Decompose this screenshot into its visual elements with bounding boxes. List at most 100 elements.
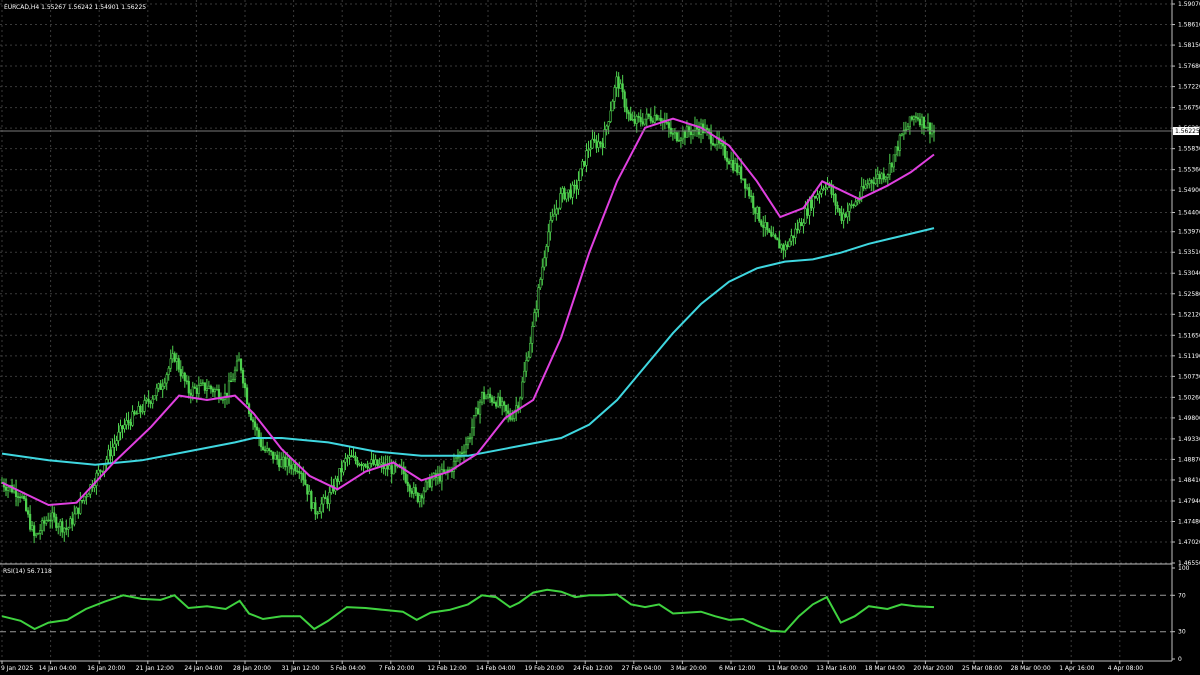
candle-body — [292, 463, 295, 470]
candle-body — [892, 154, 895, 168]
current-price-label: 1.56225 — [1175, 128, 1200, 135]
candle-body — [370, 459, 373, 464]
time-tick-label: 4 Apr 08:00 — [1108, 665, 1143, 672]
candle-body — [472, 415, 476, 429]
candle-body — [824, 187, 827, 190]
candle-body — [587, 149, 590, 151]
candle-body — [117, 431, 120, 441]
candle-body — [73, 513, 76, 525]
candle-body — [195, 387, 198, 394]
candle-body — [157, 383, 160, 389]
time-tick-label: 28 Jan 20:00 — [233, 665, 271, 672]
candle-body — [866, 183, 869, 186]
time-tick-label: 21 Jan 12:00 — [136, 665, 174, 672]
candle-body — [711, 143, 715, 146]
candle-body — [782, 244, 785, 251]
candle-body — [621, 83, 624, 93]
chart-canvas: 1.59070 1.58610 1.58150 1.57680 1.57220 1.567… — [0, 0, 1200, 675]
candle-body — [623, 91, 626, 108]
candle-body — [388, 465, 391, 470]
candle-body — [6, 487, 10, 491]
candle-body — [245, 387, 249, 405]
candle-body — [304, 479, 307, 485]
candle-body — [511, 418, 514, 420]
candle-body — [651, 120, 654, 123]
candle-body — [81, 499, 84, 502]
candle-body — [374, 459, 377, 465]
time-tick-label: 11 Mar 00:00 — [768, 665, 808, 672]
candle-body — [189, 392, 192, 396]
candle-body — [796, 228, 799, 231]
candle-body — [503, 401, 506, 406]
candle-body — [740, 166, 743, 180]
price-tick-label: 1.49330 — [1178, 436, 1200, 443]
candle-body — [647, 113, 650, 117]
candle-body — [324, 496, 327, 500]
candle-body — [519, 397, 522, 409]
candle-body — [428, 477, 431, 488]
candle-body — [924, 127, 928, 129]
candle-body — [497, 396, 500, 407]
candle-body — [617, 76, 620, 89]
candle-body — [193, 386, 196, 389]
candle-body — [627, 111, 630, 115]
candle-body — [862, 186, 865, 189]
candle-body — [227, 380, 231, 397]
candle-body — [18, 496, 22, 499]
time-tick-label: 14 Jan 04:00 — [39, 665, 77, 672]
candle-body — [529, 342, 532, 358]
candle-body — [69, 518, 72, 529]
candle-body — [197, 385, 200, 394]
candle-body — [20, 495, 24, 498]
candle-body — [850, 204, 853, 206]
candle-body — [161, 385, 164, 390]
candle-body — [748, 187, 751, 197]
candle-body — [629, 113, 632, 121]
candle-body — [464, 444, 468, 453]
candle-body — [697, 128, 701, 135]
candle-body — [609, 110, 612, 122]
price-tick-label: 1.57680 — [1178, 63, 1200, 70]
candle-body — [322, 496, 325, 505]
candle-body — [25, 498, 28, 511]
candle-body — [416, 492, 419, 502]
candle-body — [478, 401, 482, 415]
candle-body — [601, 143, 604, 148]
candle-body — [750, 195, 753, 198]
candle-body — [253, 421, 257, 428]
price-tick-label: 1.50260 — [1178, 394, 1200, 401]
candle-body — [657, 117, 660, 121]
candle-body — [274, 454, 277, 460]
candle-body — [603, 129, 606, 148]
candle-body — [641, 121, 644, 125]
price-tick-label: 1.53510 — [1178, 249, 1200, 256]
time-tick-label: 13 Mar 16:00 — [816, 665, 856, 672]
candle-body — [928, 122, 932, 135]
candle-body — [229, 380, 233, 383]
candle-body — [235, 360, 239, 371]
candle-body — [561, 188, 564, 194]
candle-body — [282, 456, 285, 461]
candle-body — [567, 189, 570, 194]
candle-body — [312, 502, 315, 509]
candle-body — [675, 132, 678, 141]
candle-body — [260, 438, 263, 448]
candle-body — [173, 353, 176, 362]
candle-body — [360, 464, 363, 467]
candle-body — [111, 447, 114, 457]
candle-body — [910, 116, 914, 120]
candle-body — [127, 420, 130, 423]
candle-body — [133, 411, 136, 414]
candle-body — [768, 229, 771, 233]
candle-body — [565, 192, 568, 200]
candle-body — [495, 402, 498, 407]
candle-body — [368, 463, 371, 469]
candle-body — [599, 141, 602, 144]
candle-body — [822, 188, 825, 190]
candle-body — [199, 383, 202, 386]
candle-body — [131, 411, 134, 426]
price-tick-label: 1.47940 — [1178, 498, 1200, 505]
time-tick-label: 9 Jan 2025 — [1, 665, 33, 672]
candle-body — [908, 116, 911, 128]
candle-body — [681, 131, 685, 140]
